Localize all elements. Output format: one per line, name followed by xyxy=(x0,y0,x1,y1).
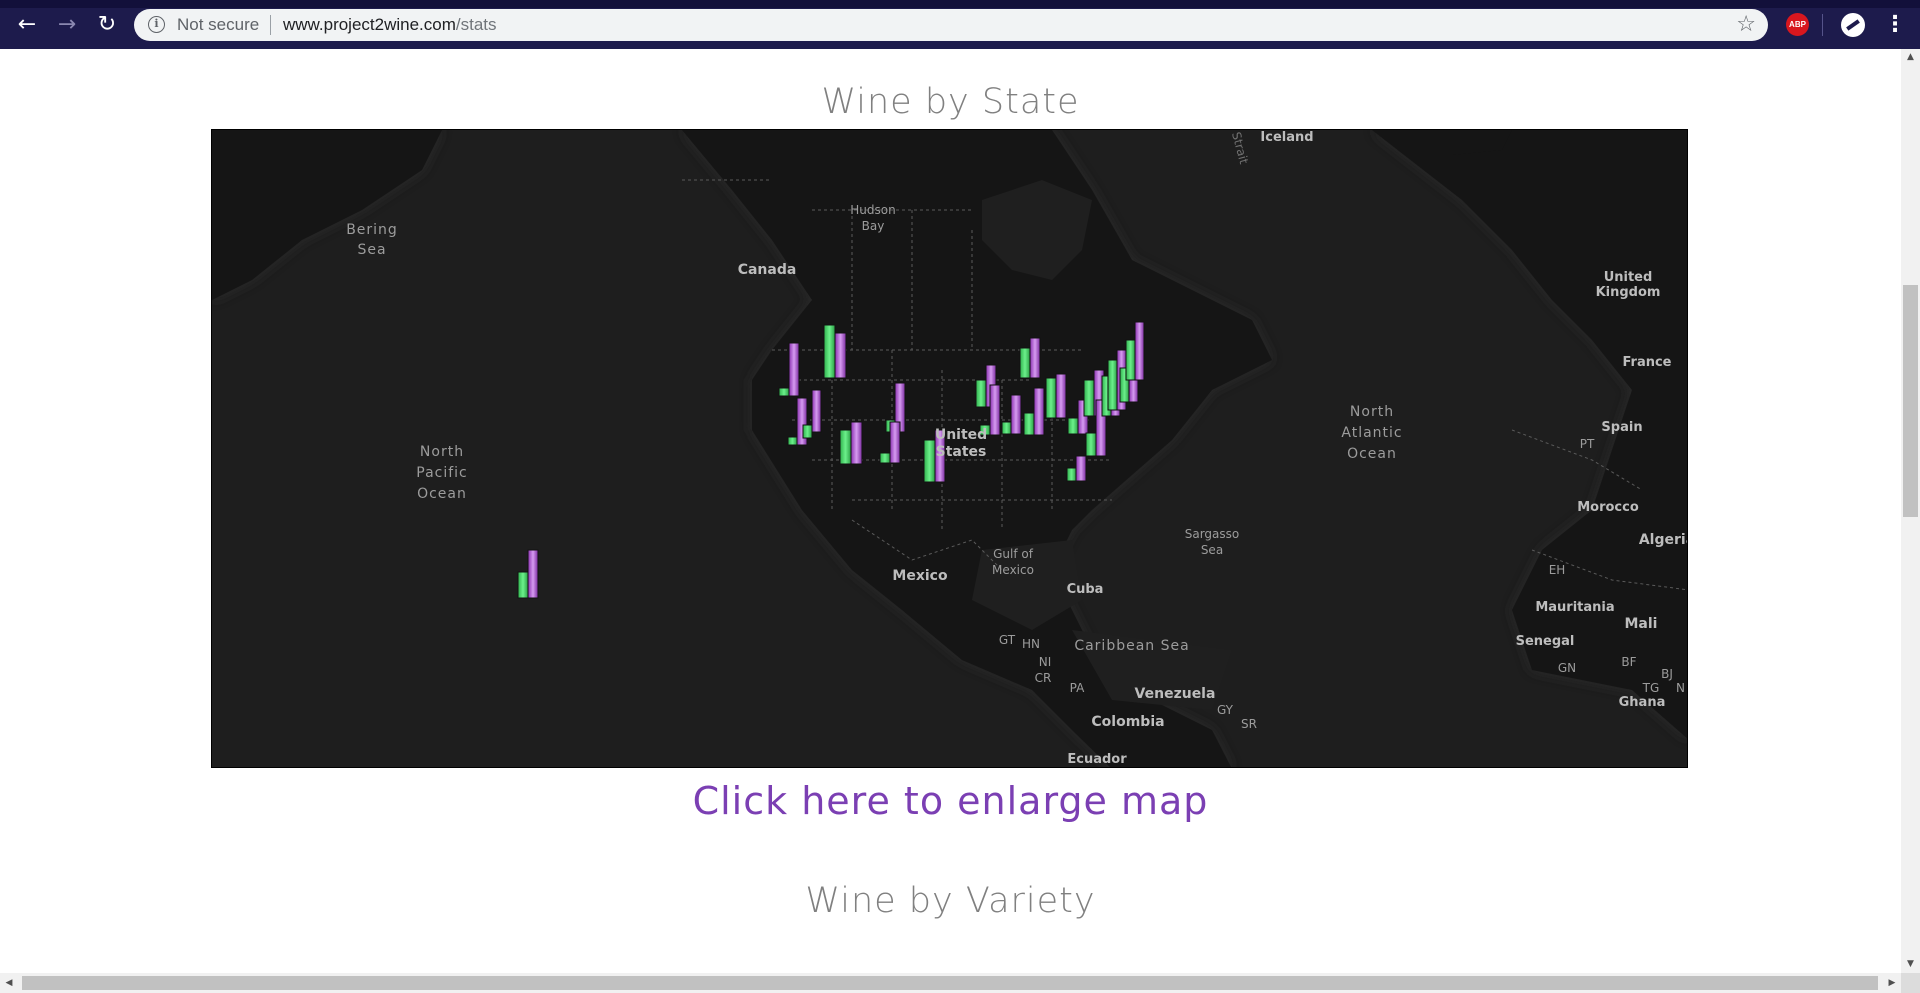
label-caribbean-sea: Caribbean Sea xyxy=(1074,638,1190,654)
label-iceland: Iceland xyxy=(1260,130,1314,145)
label-hn: HN xyxy=(1022,637,1040,651)
label-mexico: Mexico xyxy=(892,568,948,584)
label-cr: CR xyxy=(1034,671,1052,685)
enlarge-map-link[interactable]: Click here to enlarge map xyxy=(0,779,1901,823)
scroll-down-icon[interactable]: ▼ xyxy=(1901,956,1920,973)
bar-green[interactable] xyxy=(1083,379,1095,417)
horizontal-scrollbar[interactable]: ◀ ▶ xyxy=(0,973,1901,993)
bar-green[interactable] xyxy=(787,436,798,446)
bar-purple[interactable] xyxy=(850,421,863,465)
page-content: Wine by State Bering Sea Hudson Bay Cana… xyxy=(0,49,1901,973)
bar-green[interactable] xyxy=(839,429,852,465)
label-bf: BF xyxy=(1621,655,1637,669)
menu-dots-icon[interactable]: ⋮ xyxy=(1884,10,1906,40)
label-sargasso-sea: Sargasso Sea xyxy=(1184,527,1240,557)
profile-icon[interactable] xyxy=(1841,13,1865,37)
url-path[interactable]: /stats xyxy=(456,15,497,34)
bar-green[interactable] xyxy=(1107,359,1118,411)
bar-purple[interactable] xyxy=(1055,373,1067,419)
url-host[interactable]: www.project2wine.com xyxy=(283,15,456,34)
label-hudson-bay: Hudson Bay xyxy=(850,203,896,233)
horizontal-scroll-thumb[interactable] xyxy=(22,976,1878,990)
label-n: N xyxy=(1676,681,1685,695)
bar-green[interactable] xyxy=(879,452,891,464)
label-venezuela: Venezuela xyxy=(1134,686,1216,702)
bar-purple[interactable] xyxy=(811,389,822,433)
wine-by-variety-title: Wine by Variety xyxy=(805,881,1096,921)
label-sr: SR xyxy=(1241,717,1257,731)
forward-arrow-icon[interactable]: → xyxy=(52,12,82,38)
address-separator xyxy=(270,15,271,35)
bar-green[interactable] xyxy=(1085,432,1097,457)
bar-purple[interactable] xyxy=(1010,394,1022,435)
label-france: France xyxy=(1622,355,1672,370)
bar-green[interactable] xyxy=(1023,412,1035,436)
label-north-pacific-ocean: North Pacific Ocean xyxy=(416,444,468,502)
scroll-left-icon[interactable]: ◀ xyxy=(0,973,18,993)
label-colombia: Colombia xyxy=(1091,714,1165,730)
label-algeria: Algeria xyxy=(1638,532,1687,548)
label-ghana: Ghana xyxy=(1618,695,1666,710)
label-senegal: Senegal xyxy=(1515,634,1575,649)
back-arrow-icon[interactable]: ← xyxy=(12,12,42,38)
label-gulf-of-mexico: Gulf of Mexico xyxy=(992,547,1034,577)
bar-purple[interactable] xyxy=(527,549,539,599)
label-ecuador: Ecuador xyxy=(1067,752,1127,767)
bar-green[interactable] xyxy=(1067,417,1079,435)
label-north-atlantic-ocean: North Atlantic Ocean xyxy=(1341,404,1403,462)
label-pa: PA xyxy=(1069,681,1085,695)
address-bar[interactable]: i Not secure www.project2wine.com/stats … xyxy=(134,9,1768,41)
label-bering-sea: Bering Sea xyxy=(346,222,398,258)
info-icon[interactable]: i xyxy=(148,16,165,33)
bar-green[interactable] xyxy=(1125,339,1136,381)
scroll-right-icon[interactable]: ▶ xyxy=(1883,973,1901,993)
star-icon[interactable]: ☆ xyxy=(1736,12,1756,37)
label-canada: Canada xyxy=(737,262,797,278)
bar-green[interactable] xyxy=(778,387,790,397)
label-pt: PT xyxy=(1579,437,1595,451)
bar-purple[interactable] xyxy=(1029,337,1041,379)
label-spain: Spain xyxy=(1601,420,1643,435)
bar-purple[interactable] xyxy=(834,332,847,379)
label-mauritania: Mauritania xyxy=(1535,600,1615,615)
label-mali: Mali xyxy=(1624,616,1658,632)
scroll-up-icon[interactable]: ▲ xyxy=(1901,49,1920,66)
bar-green[interactable] xyxy=(975,379,987,408)
bar-green[interactable] xyxy=(1045,377,1057,419)
label-united-states: United States xyxy=(934,427,988,460)
bar-green[interactable] xyxy=(517,571,529,599)
url-text[interactable]: www.project2wine.com/stats xyxy=(283,15,497,35)
adblock-icon[interactable]: ABP xyxy=(1786,13,1809,36)
security-label[interactable]: Not secure xyxy=(177,15,259,35)
bar-purple[interactable] xyxy=(1033,387,1045,436)
bar-green[interactable] xyxy=(823,324,836,379)
bar-green[interactable] xyxy=(802,424,813,439)
label-ni: NI xyxy=(1038,655,1052,669)
label-gn: GN xyxy=(1557,661,1577,675)
vertical-scroll-thumb[interactable] xyxy=(1903,285,1918,517)
wine-by-state-map[interactable]: Bering Sea Hudson Bay Canada Iceland Uni… xyxy=(211,129,1688,768)
bar-purple[interactable] xyxy=(788,342,800,397)
toolbar-divider xyxy=(1822,14,1823,36)
tab-strip-edge xyxy=(0,0,1920,8)
bar-purple[interactable] xyxy=(1075,455,1087,482)
bar-purple[interactable] xyxy=(889,421,901,464)
label-morocco: Morocco xyxy=(1577,500,1639,515)
browser-toolbar: ← → ↻ i Not secure www.project2wine.com/… xyxy=(0,0,1920,49)
label-cuba: Cuba xyxy=(1066,582,1104,597)
wine-by-state-title: Wine by State xyxy=(821,82,1080,122)
label-united-kingdom: United Kingdom xyxy=(1595,270,1661,300)
bar-green[interactable] xyxy=(1066,467,1077,482)
scrollbar-corner xyxy=(1901,973,1920,993)
reload-icon[interactable]: ↻ xyxy=(92,12,122,38)
bar-purple[interactable] xyxy=(1134,321,1145,381)
vertical-scrollbar[interactable]: ▲ ▼ xyxy=(1901,49,1920,973)
label-eh: EH xyxy=(1548,563,1566,577)
bar-green[interactable] xyxy=(1019,347,1031,379)
